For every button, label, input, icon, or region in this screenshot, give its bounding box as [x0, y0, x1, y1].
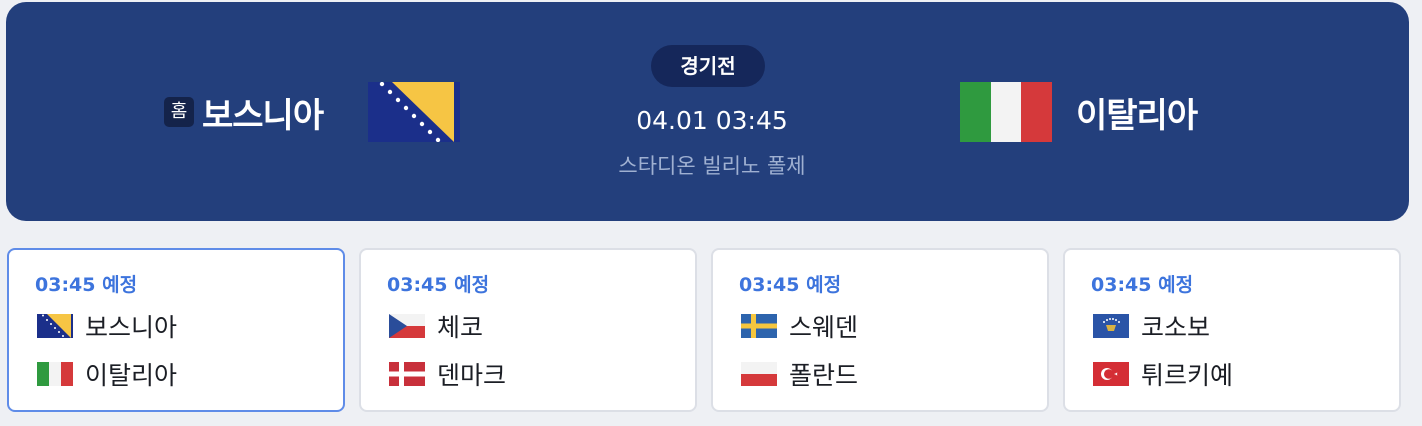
game-time: 03:45 예정: [387, 274, 490, 296]
game-card-kosovo-turkey[interactable]: 03:45 예정 코소보 튀르키예: [1063, 248, 1401, 412]
czech-flag-icon: [389, 314, 425, 338]
away-team-name: 이탈리아: [1076, 95, 1198, 136]
game-home-team: 스웨덴: [741, 308, 858, 344]
denmark-flag-icon: [389, 362, 425, 386]
game-away-name: 이탈리아: [85, 361, 178, 390]
match-status-badge: 경기전: [651, 45, 765, 87]
game-away-name: 튀르키예: [1141, 361, 1234, 390]
game-away-name: 폴란드: [789, 361, 859, 390]
bosnia-flag-icon: [368, 82, 460, 142]
italy-flag-icon: [37, 362, 73, 386]
match-venue: 스타디온 빌리노 폴제: [618, 154, 806, 178]
poland-flag-icon: [741, 362, 777, 386]
game-home-name: 보스니아: [85, 313, 178, 342]
game-away-team: 튀르키예: [1093, 356, 1233, 392]
sweden-flag-icon: [741, 314, 777, 338]
game-card-sweden-poland[interactable]: 03:45 예정 스웨덴 폴란드: [711, 248, 1049, 412]
game-home-name: 코소보: [1141, 313, 1211, 342]
turkey-flag-icon: [1093, 362, 1129, 386]
match-header: 홈 보스니아 경기전 04.01 03:45 스타디온 빌리노 폴제 이탈리아: [6, 2, 1409, 221]
italy-flag-icon: [960, 82, 1052, 142]
game-away-team: 이탈리아: [37, 356, 177, 392]
game-home-name: 스웨덴: [789, 313, 859, 342]
game-card-czech-denmark[interactable]: 03:45 예정 체코 덴마크: [359, 248, 697, 412]
home-team[interactable]: 홈 보스니아: [164, 82, 324, 142]
game-home-team: 코소보: [1093, 308, 1210, 344]
game-away-team: 덴마크: [389, 356, 506, 392]
game-time: 03:45 예정: [35, 274, 138, 296]
away-team[interactable]: 이탈리아: [1076, 82, 1198, 142]
game-away-name: 덴마크: [437, 361, 507, 390]
game-away-team: 폴란드: [741, 356, 858, 392]
game-home-name: 체코: [437, 313, 484, 342]
match-datetime: 04.01 03:45: [636, 106, 788, 135]
game-card-bosnia-italy[interactable]: 03:45 예정 보스니아 이탈리아: [7, 248, 345, 412]
game-home-team: 체코: [389, 308, 483, 344]
bosnia-flag-icon: [37, 314, 73, 338]
game-home-team: 보스니아: [37, 308, 177, 344]
home-team-name: 보스니아: [202, 95, 324, 136]
kosovo-flag-icon: [1093, 314, 1129, 338]
home-badge: 홈: [164, 97, 194, 127]
game-time: 03:45 예정: [1091, 274, 1194, 296]
game-time: 03:45 예정: [739, 274, 842, 296]
